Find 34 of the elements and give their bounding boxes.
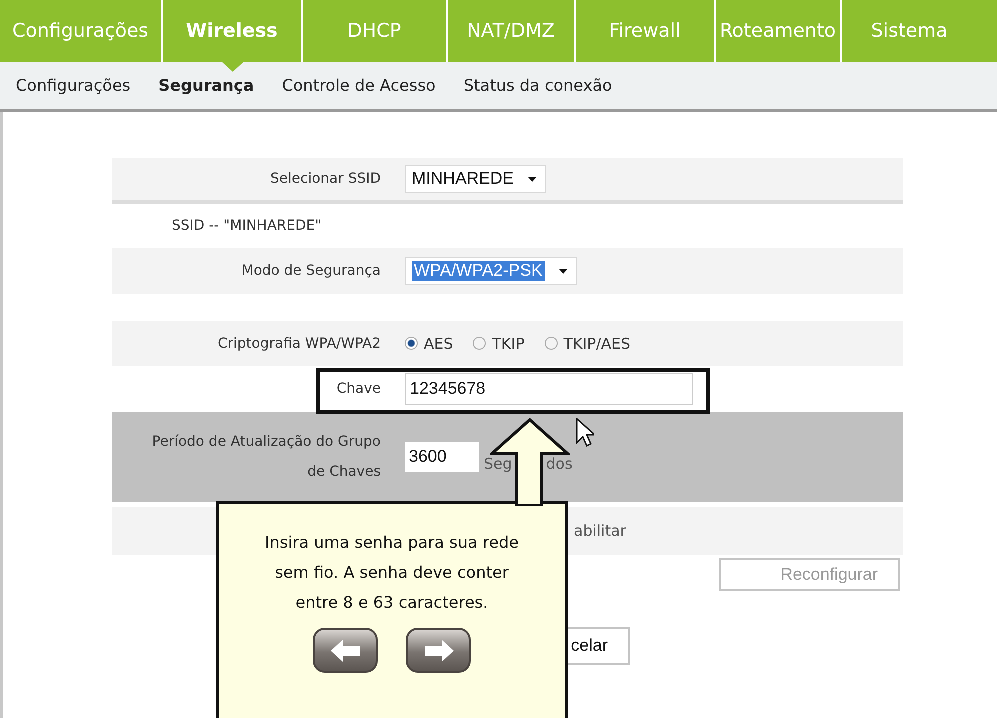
radio-icon[interactable]: [405, 337, 418, 350]
radio-label: TKIP: [492, 334, 525, 352]
radio-icon[interactable]: [544, 337, 558, 350]
field-label: Modo de Segurança: [240, 263, 382, 279]
field-label: Criptografia WPA/WPA2: [217, 336, 382, 352]
field-label: Selecionar SSID: [270, 171, 382, 187]
option-label: abilitar: [574, 522, 626, 540]
radio-label: AES: [424, 334, 454, 352]
radio-label: TKIP/AES: [564, 334, 631, 352]
caret-icon: [528, 176, 538, 182]
period-input[interactable]: 3600: [405, 442, 479, 472]
previous-button[interactable]: [313, 628, 378, 673]
next-button[interactable]: [406, 628, 471, 673]
left-arrow-icon: [330, 638, 362, 662]
tooltip-text: Insira uma senha para sua rede sem fio. A senha deve conter entre 8 e 63 caracteres.: [264, 532, 520, 614]
radio-option[interactable]: TKIP/AES: [544, 334, 631, 352]
caret-icon: [558, 268, 568, 274]
field-label: Chave: [336, 381, 382, 397]
field-label: Período de Atualização do Grupo de Chaves: [151, 433, 382, 482]
sub-tab[interactable]: Configurações: [16, 76, 131, 95]
sub-tab[interactable]: Segurança: [158, 76, 254, 95]
key-input[interactable]: 12345678: [405, 373, 693, 405]
radio-option[interactable]: TKIP: [473, 334, 525, 352]
sub-tab[interactable]: Controle de Acesso: [282, 76, 436, 95]
unit-label: Seg: [484, 455, 512, 473]
security-mode-select[interactable]: WPA/WPA2-PSK: [405, 257, 577, 285]
right-arrow-icon: [422, 638, 454, 662]
ssid-caption: SSID -- "MINHAREDE": [171, 218, 322, 234]
cursor-icon: [576, 418, 594, 448]
ssid-select[interactable]: MINHAREDE: [405, 165, 546, 193]
sub-tab[interactable]: Status da conexão: [464, 76, 612, 95]
radio-option[interactable]: AES: [405, 334, 454, 352]
radio-icon[interactable]: [473, 337, 486, 350]
unit-label: dos: [546, 455, 573, 473]
